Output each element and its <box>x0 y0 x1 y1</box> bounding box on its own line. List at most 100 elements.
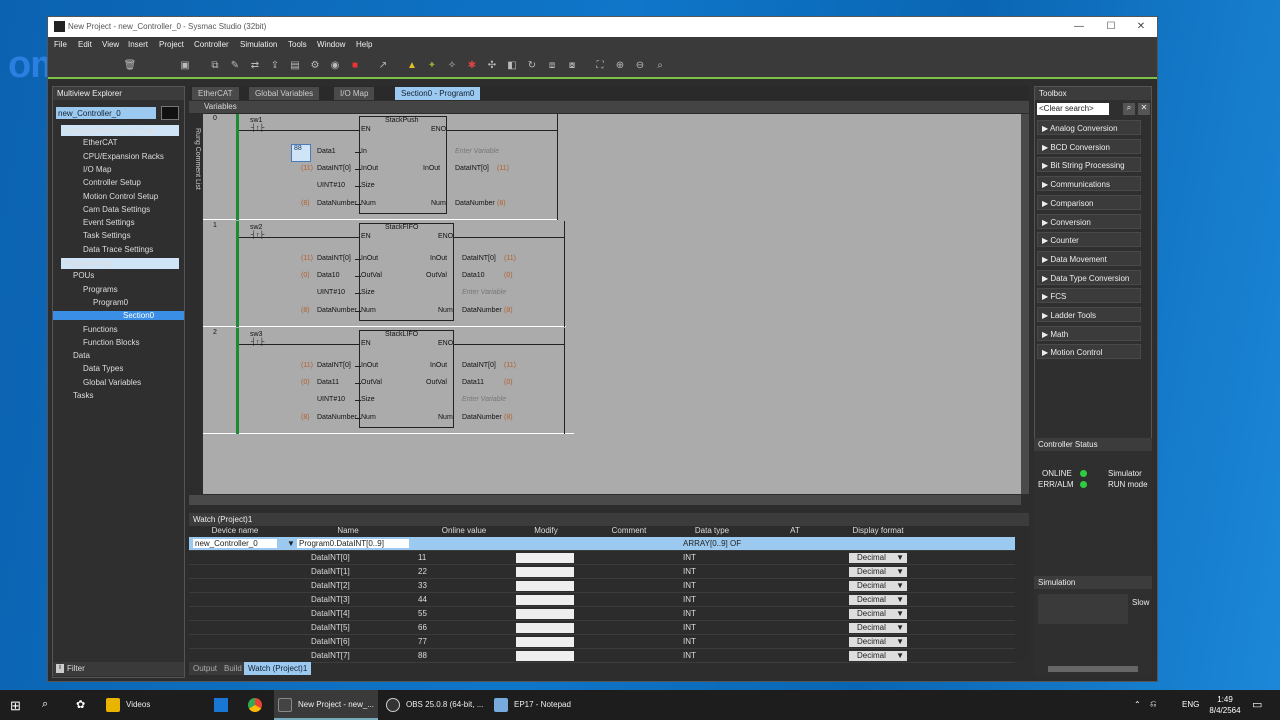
display-format-select[interactable]: Decimal ▼ <box>849 567 907 577</box>
maximize-button[interactable]: ☐ <box>1096 19 1126 35</box>
expand-icon[interactable]: ▼ <box>287 539 295 548</box>
variables-bar[interactable]: Variables <box>189 101 1029 113</box>
tree-item[interactable]: I/O Map <box>83 165 111 174</box>
fit-icon[interactable]: ⛶ <box>593 59 607 73</box>
windows-start-icon[interactable]: ⊞ <box>10 698 24 713</box>
find-icon[interactable]: ⌕ <box>653 59 667 73</box>
run-icon[interactable]: ◉ <box>328 59 342 73</box>
pin-variable[interactable]: DataNumber <box>462 414 502 421</box>
column-header[interactable]: Display format <box>845 526 911 536</box>
ladder-rung[interactable]: 0 sw1 ┤↑├ StackPush EN Data1 In (11) DataINT[0] I… <box>203 114 558 220</box>
toolbox-item[interactable]: ▶ Counter <box>1037 232 1141 248</box>
taskbar-sysmac[interactable]: New Project - new_... <box>274 690 378 720</box>
column-header[interactable]: Data type <box>679 526 745 536</box>
menu-project[interactable]: Project <box>159 40 184 49</box>
pin-variable[interactable]: UINT#10 <box>317 289 345 296</box>
tray-network-icon[interactable]: ⎌ <box>1150 699 1156 709</box>
search-taskbar-icon[interactable]: ⌕ <box>42 698 48 711</box>
speed-slider[interactable] <box>1048 666 1138 672</box>
tab-io-map[interactable]: I/O Map <box>334 87 375 100</box>
menu-tools[interactable]: Tools <box>288 40 307 49</box>
build-icon[interactable]: ✎ <box>228 59 242 73</box>
menu-help[interactable]: Help <box>356 40 372 49</box>
pin-variable[interactable]: DataINT[0] <box>317 165 351 172</box>
taskbar-videos[interactable]: Videos <box>102 690 150 720</box>
toolbox-item[interactable]: ▶ Communications <box>1037 176 1141 192</box>
tree-item[interactable]: Functions <box>83 325 118 334</box>
tree-item[interactable]: Program0 <box>93 298 128 307</box>
tree-item[interactable]: Global Variables <box>83 378 141 387</box>
close-button[interactable]: ✕ <box>1126 19 1156 35</box>
tab-global-variables[interactable]: Global Variables <box>249 87 320 100</box>
toolbox-item[interactable]: ▶ Bit String Processing <box>1037 157 1141 173</box>
modify-field[interactable] <box>516 553 574 563</box>
modify-field[interactable] <box>516 609 574 619</box>
set-icon[interactable]: ✦ <box>425 59 439 73</box>
pin-variable[interactable]: UINT#10 <box>317 396 345 403</box>
zoom-out-icon[interactable]: ⊖ <box>633 59 647 73</box>
tree-item[interactable]: Function Blocks <box>83 338 139 347</box>
column-header[interactable]: Modify <box>513 526 579 536</box>
column-header[interactable]: AT <box>745 526 845 536</box>
pin-variable[interactable]: DataINT[0] <box>317 362 351 369</box>
toolbox-item[interactable]: ▶ Data Movement <box>1037 250 1141 266</box>
force-icon[interactable]: ✱ <box>465 59 479 73</box>
toolbox-item[interactable]: ▶ Comparison <box>1037 194 1141 210</box>
pin-variable[interactable]: Enter Variable <box>462 289 506 296</box>
modify-field[interactable] <box>516 623 574 633</box>
taskbar-obs[interactable]: OBS 25.0.8 (64-bit, ... <box>382 690 486 720</box>
cursor-icon[interactable]: ↗ <box>376 59 390 73</box>
filter-label[interactable]: Filter <box>53 662 184 676</box>
compare-icon[interactable]: ⧉ <box>208 59 222 73</box>
value-popup[interactable]: 88 <box>291 144 311 162</box>
name-cell[interactable]: Program0.DataINT[0..9] <box>297 539 409 548</box>
display-format-select[interactable]: Decimal ▼ <box>849 595 907 605</box>
notification-icon[interactable]: ▭ <box>1252 698 1262 711</box>
tray-chevron-icon[interactable]: ⌃ <box>1134 700 1141 709</box>
zoom-in-icon[interactable]: ⊕ <box>613 59 627 73</box>
table-row[interactable]: DataINT[2] 33 INT Decimal ▼ <box>189 579 1015 593</box>
controller-dropdown-icon[interactable] <box>161 106 179 120</box>
simulation-controls[interactable] <box>1038 594 1128 624</box>
pin-variable[interactable]: DataNumber <box>317 200 357 207</box>
table-row[interactable]: DataINT[7] 88 INT Decimal ▼ <box>189 649 1015 663</box>
menu-insert[interactable]: Insert <box>128 40 148 49</box>
minimize-button[interactable]: — <box>1064 19 1094 35</box>
toolbox-item[interactable]: ▶ Ladder Tools <box>1037 307 1141 322</box>
pin-variable[interactable]: DataNumber <box>317 414 357 421</box>
table-row[interactable]: DataINT[5] 66 INT Decimal ▼ <box>189 621 1015 635</box>
pin-variable[interactable]: Data11 <box>462 379 484 386</box>
pin-variable[interactable]: Data10 <box>317 272 340 279</box>
tab-output[interactable]: Output <box>189 662 222 675</box>
toolbox-item[interactable]: ▶ Motion Control <box>1037 344 1141 360</box>
table-row[interactable]: new_Controller_0 ▼ Program0.DataINT[0..9] A… <box>189 537 1015 551</box>
tab-ethercat[interactable]: EtherCAT <box>192 87 239 100</box>
column-header[interactable]: Name <box>281 526 415 536</box>
rung-comment-list[interactable]: Rung Comment List <box>192 128 201 208</box>
display-format-select[interactable]: Decimal ▼ <box>849 581 907 591</box>
delete-icon[interactable]: 🗑 <box>123 59 137 73</box>
tree-item[interactable]: Programming <box>61 258 179 269</box>
pin-variable[interactable]: DataNumber <box>462 307 502 314</box>
column-header[interactable]: Online value <box>415 526 513 536</box>
tool-icon[interactable]: ✣ <box>485 59 499 73</box>
modify-field[interactable] <box>516 637 574 647</box>
modify-field[interactable] <box>516 581 574 591</box>
modify-field[interactable] <box>516 651 574 661</box>
column-header[interactable]: Device name <box>189 526 281 536</box>
table-row[interactable]: DataINT[4] 55 INT Decimal ▼ <box>189 607 1015 621</box>
modify-field[interactable] <box>516 595 574 605</box>
toolbox-item[interactable]: ▶ BCD Conversion <box>1037 138 1141 154</box>
step-out-icon[interactable]: ⧇ <box>565 59 579 73</box>
clear-icon[interactable]: ✕ <box>1138 103 1150 115</box>
warning-icon[interactable]: ▲ <box>405 59 419 73</box>
tree-item[interactable]: Configurations and Setup <box>61 125 179 136</box>
modify-field[interactable] <box>516 567 574 577</box>
clock-time[interactable]: 1:49 <box>1210 695 1240 704</box>
tab-watch[interactable]: Watch (Project)1 <box>244 662 312 675</box>
horizontal-scrollbar[interactable] <box>189 495 1021 505</box>
calculator-icon[interactable] <box>214 698 228 712</box>
save-icon[interactable]: ▣ <box>178 59 192 73</box>
menu-edit[interactable]: Edit <box>78 40 92 49</box>
toolbox-item[interactable]: ▶ Conversion <box>1037 213 1141 229</box>
